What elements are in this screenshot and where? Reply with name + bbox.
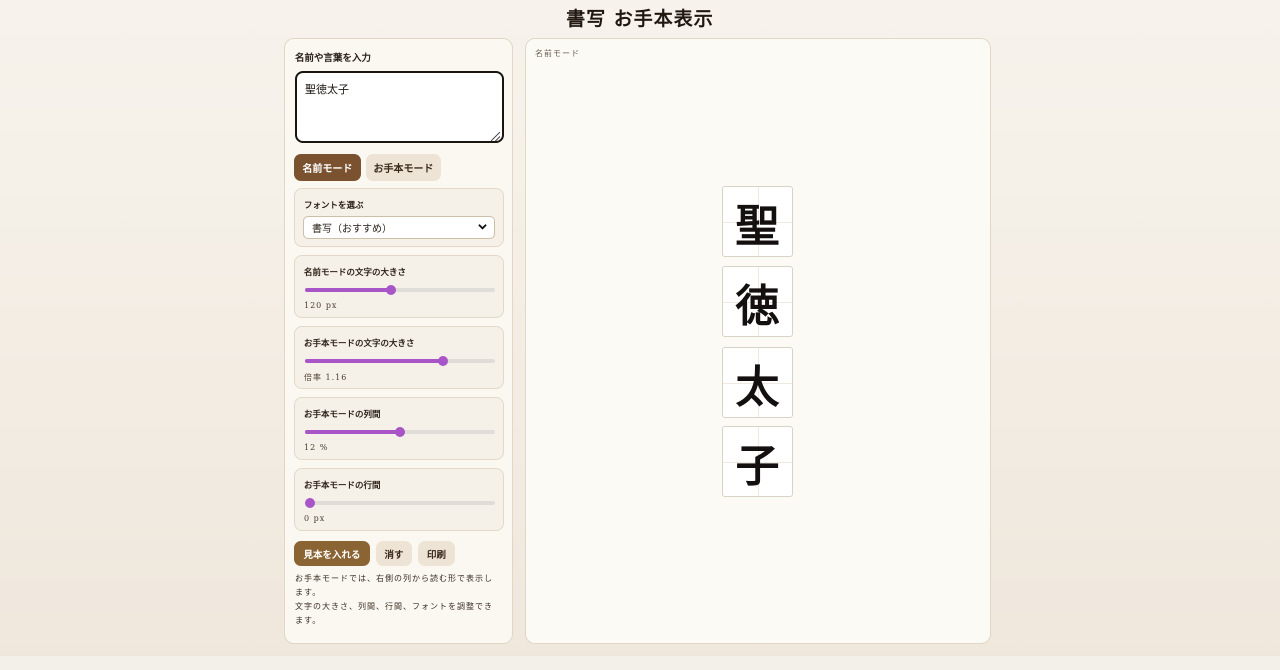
preview-panel: 名前モード 聖 徳 太 子 (525, 38, 991, 644)
column-gap-slider[interactable] (305, 427, 495, 437)
page-title: 書写 お手本表示 (566, 8, 714, 30)
chevron-down-icon (478, 224, 487, 230)
row-gap-slider[interactable] (304, 498, 495, 508)
slider-label: 名前モードの文字の大きさ (304, 268, 407, 278)
slider-thumb[interactable] (437, 356, 448, 366)
char-glyph: 太 (735, 361, 780, 413)
control-panel: 名前や言葉を入力 名前モード お手本モード フォントを選ぶ 書写（おすすめ） 名… (284, 38, 513, 644)
slider-thumb[interactable] (385, 285, 396, 295)
help-note: お手本モードでは、右側の列から読む形で表示します。 (295, 574, 493, 597)
mode-caption: 名前モード (535, 49, 580, 58)
slider-fill (305, 359, 443, 363)
char-cell: 太 (722, 347, 793, 418)
name-size-slider[interactable] (305, 285, 495, 295)
print-button[interactable]: 印刷 (418, 541, 455, 566)
slider-fill (305, 430, 400, 434)
slider-card: お手本モードの行間 0 px (294, 468, 504, 531)
clear-button[interactable]: 消す (376, 541, 412, 566)
slider-thumb[interactable] (395, 427, 405, 437)
font-select-value: 書写（おすすめ） (312, 224, 392, 235)
char-glyph: 子 (735, 440, 780, 492)
slider-value: 120 px (304, 301, 338, 310)
name-mode-button[interactable]: 名前モード (294, 154, 361, 181)
char-cell: 聖 (722, 186, 793, 257)
slider-card: お手本モードの列間 12 % (294, 397, 504, 460)
slider-card: 名前モードの文字の大きさ 120 px (294, 255, 504, 318)
slider-label: お手本モードの文字の大きさ (304, 339, 415, 349)
insert-sample-button[interactable]: 見本を入れる (294, 541, 370, 566)
input-label: 名前や言葉を入力 (295, 53, 372, 64)
slider-card: お手本モードの文字の大きさ 倍率 1.16 (294, 326, 504, 389)
slider-value: 倍率 1.16 (304, 373, 348, 382)
font-select[interactable]: 書写（おすすめ） (303, 216, 495, 239)
char-cell: 子 (722, 426, 793, 497)
help-note: 文字の大きさ、列間、行間、フォントを調整できます。 (295, 602, 493, 625)
slider-value: 12 % (304, 443, 329, 452)
slider-value: 0 px (304, 514, 326, 523)
char-glyph: 聖 (735, 200, 780, 252)
text-input[interactable] (295, 71, 504, 143)
slider-label: お手本モードの行間 (304, 481, 381, 491)
font-card: フォントを選ぶ 書写（おすすめ） (294, 188, 504, 247)
slider-thumb[interactable] (304, 498, 315, 508)
footer-band (0, 656, 1280, 670)
sample-mode-button[interactable]: お手本モード (366, 154, 441, 181)
sample-size-slider[interactable] (305, 356, 495, 366)
resize-grip-icon[interactable] (491, 132, 500, 141)
slider-fill (305, 288, 391, 292)
char-cell: 徳 (722, 266, 793, 337)
slider-label: お手本モードの列間 (304, 410, 381, 420)
font-label: フォントを選ぶ (304, 201, 364, 211)
char-glyph: 徳 (735, 280, 780, 332)
